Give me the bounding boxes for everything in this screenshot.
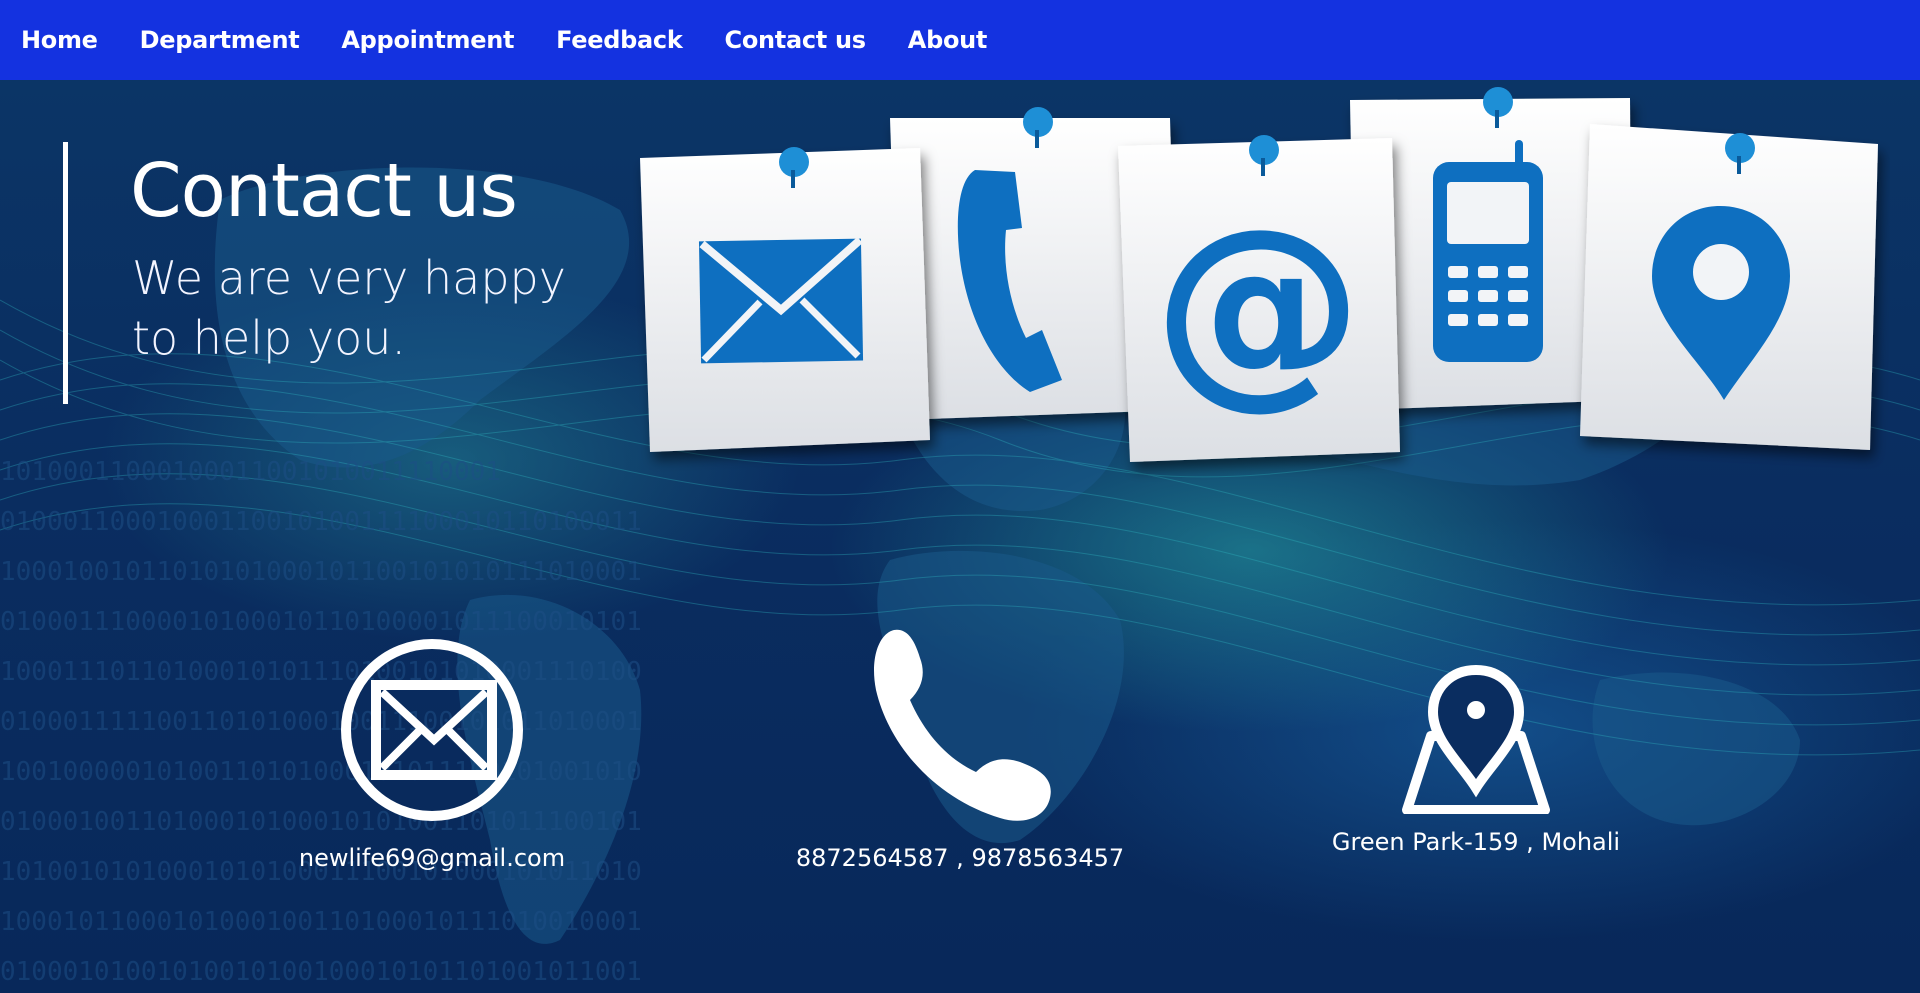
nav-feedback[interactable]: Feedback: [556, 26, 683, 54]
svg-text:@: @: [1153, 183, 1363, 428]
svg-text:100010010110101010001011001010: 1000100101101010100010110010101011101000…: [0, 557, 642, 587]
envelope-circle-icon: [341, 639, 523, 821]
contact-phone-text[interactable]: 8872564587 , 9878563457: [780, 844, 1140, 872]
contact-email: newlife69@gmail.com: [272, 630, 592, 872]
note-email: [640, 147, 930, 452]
top-navbar: Home Department Appointment Feedback Con…: [0, 0, 1920, 80]
page-title: Contact us: [130, 148, 518, 234]
note-location: [1580, 124, 1878, 450]
nav-home[interactable]: Home: [21, 26, 98, 54]
envelope-icon: [698, 237, 864, 364]
nav-contact-us[interactable]: Contact us: [725, 26, 867, 54]
contact-address: Green Park-159 , Mohali: [1316, 640, 1636, 856]
nav-appointment[interactable]: Appointment: [341, 26, 514, 54]
svg-text:010001100010001100101001111000: 0100011000100011001010011110001011010001…: [0, 507, 642, 537]
at-sign-icon: @: [1153, 183, 1363, 428]
nav-department[interactable]: Department: [140, 26, 300, 54]
contact-phone: 8872564587 , 9878563457: [780, 620, 1140, 872]
phone-icon: [874, 629, 1051, 821]
title-accent-bar: [63, 142, 68, 404]
subtitle-line-2: to help you.: [132, 311, 407, 365]
contact-hero: 10100011000100011001010011110001 0100011…: [0, 80, 1920, 993]
subtitle-line-1: We are very happy: [132, 251, 566, 305]
pinned-notes-graphic: @: [640, 87, 1878, 462]
svg-text:100010110001010001001101000101: 1000101100010100010011010001011101001000…: [0, 907, 642, 937]
contact-address-text: Green Park-159 , Mohali: [1331, 828, 1621, 856]
mobile-phone-icon: [1433, 140, 1543, 362]
svg-text:101000110001000110010100111100: 10100011000100011001010011110001: [0, 457, 501, 487]
note-at: @: [1118, 135, 1400, 462]
svg-text:010001010010100101001000101011: 0100010100101001010010001010110100101100…: [0, 957, 642, 987]
map-pin-icon: [1402, 664, 1550, 814]
contact-email-text[interactable]: newlife69@gmail.com: [272, 844, 592, 872]
page-subtitle: We are very happy to help you.: [132, 248, 632, 368]
nav-about[interactable]: About: [908, 26, 988, 54]
